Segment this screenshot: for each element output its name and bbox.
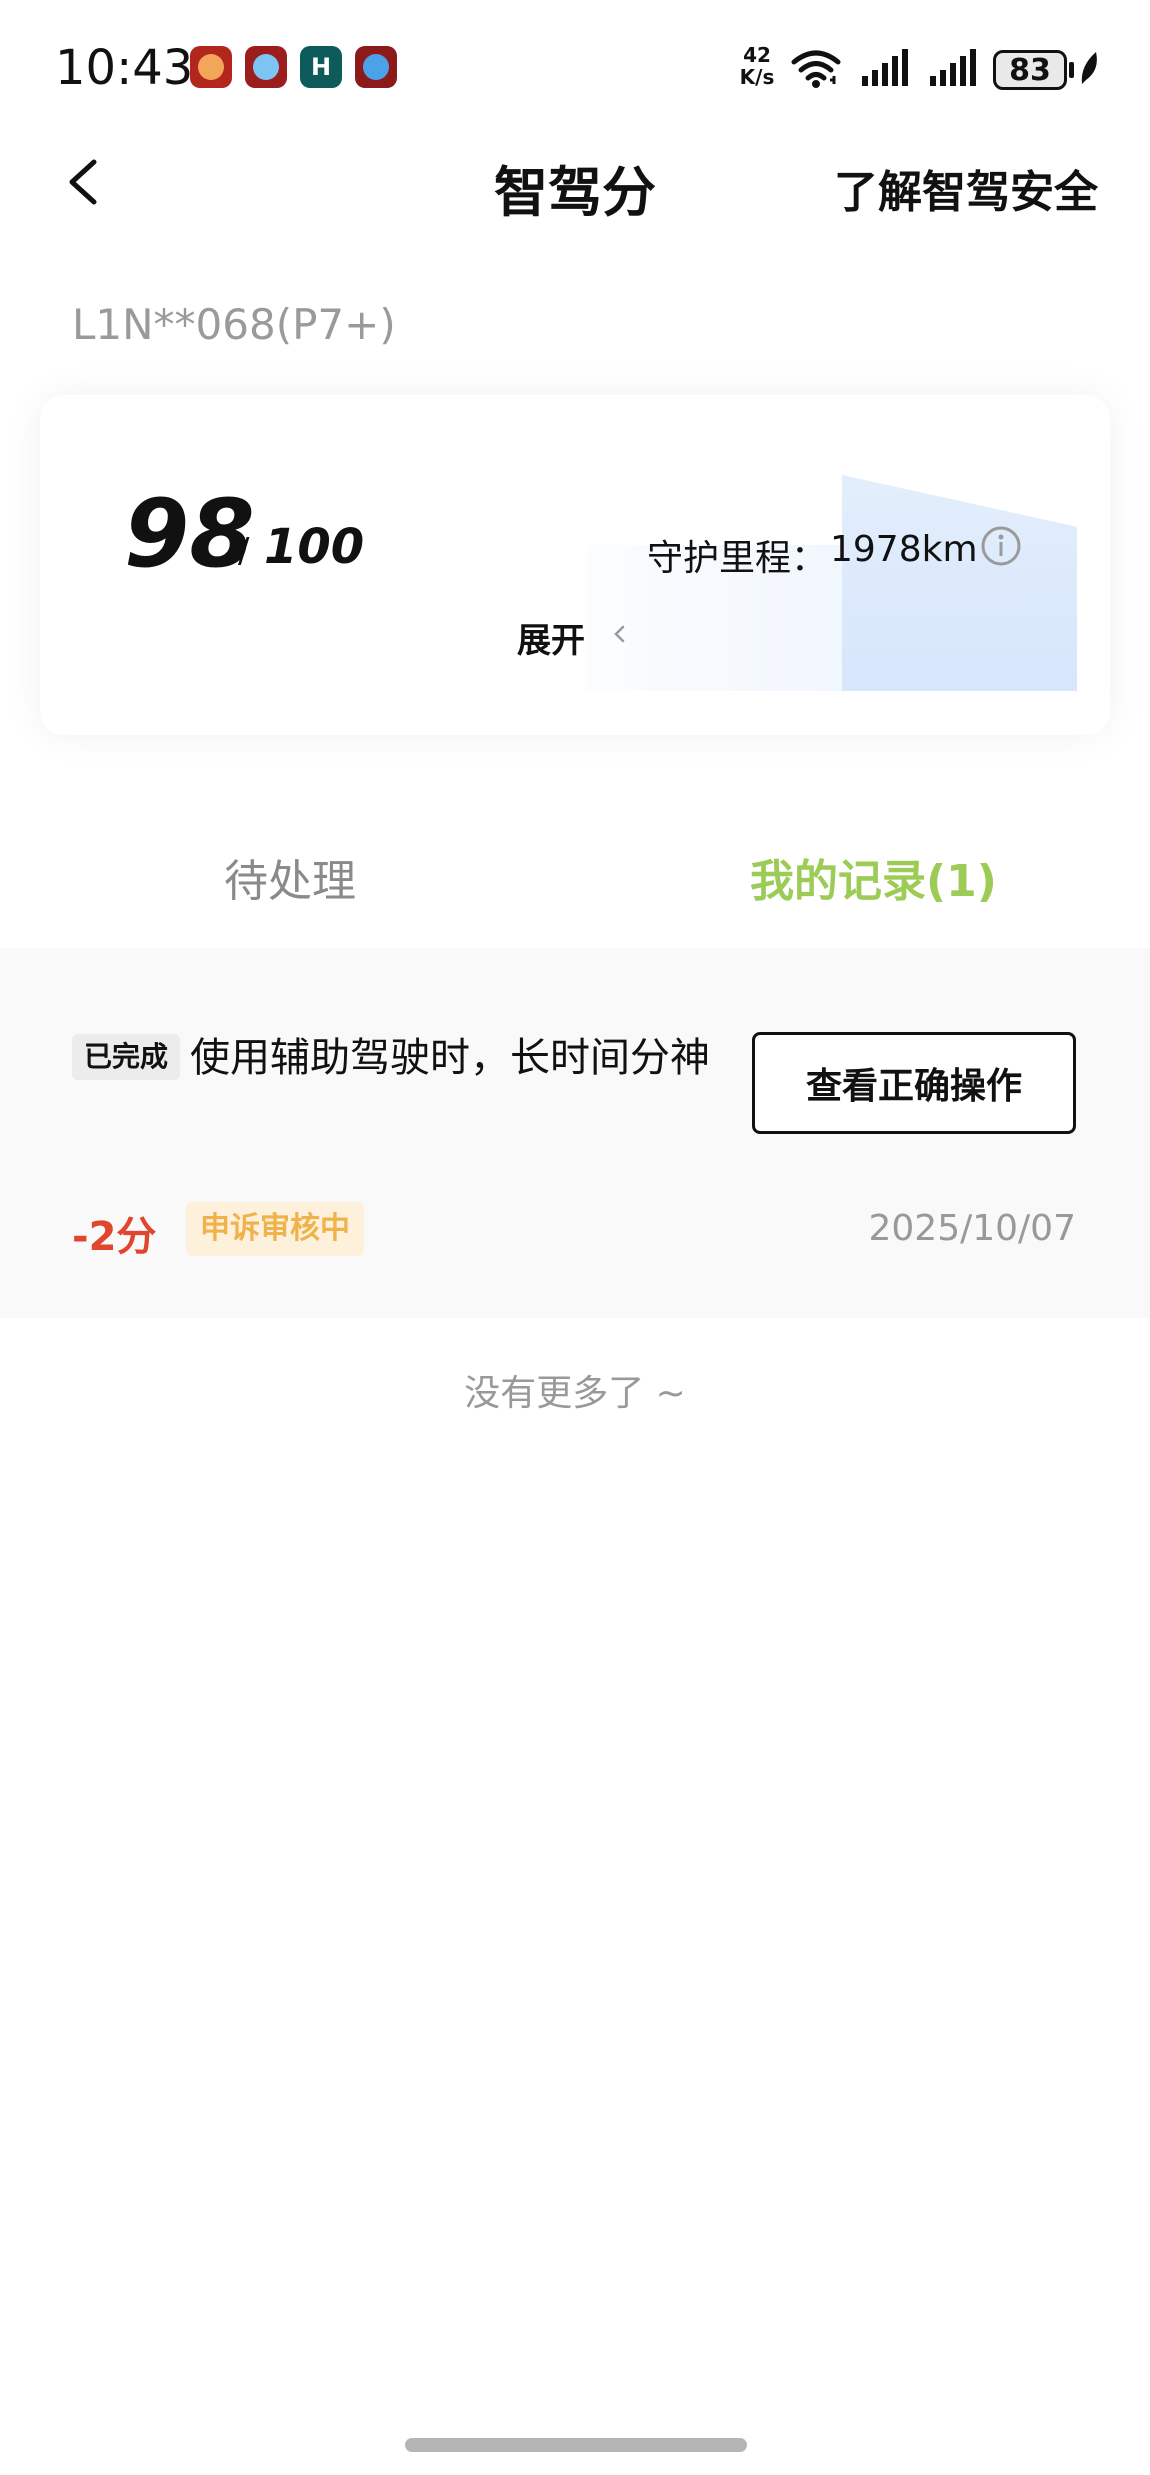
network-speed-unit: K/s (739, 65, 775, 89)
back-icon[interactable] (60, 150, 110, 214)
status-bar: 10:43 H 42 K/s 83 (0, 0, 1150, 130)
appeal-status-badge: 申诉审核中 (186, 1202, 364, 1256)
status-time: 10:43 (55, 40, 194, 96)
info-icon[interactable] (980, 525, 1022, 567)
signal-icon (862, 49, 908, 86)
notification-app-icon (190, 46, 232, 88)
leaf-icon (1081, 52, 1097, 84)
mileage-label: 守护里程： (647, 538, 828, 579)
tab-pending[interactable]: 待处理 (224, 845, 356, 909)
battery-icon: 83 (993, 50, 1067, 90)
signal-icon (930, 49, 976, 86)
score-separator: / (238, 531, 250, 571)
mileage-value: 1978km (830, 529, 978, 570)
h-app-icon: H (300, 46, 342, 88)
battery-level: 83 (1009, 52, 1051, 88)
cloud-app-icon (245, 46, 287, 88)
vehicle-id[interactable]: L1N**068(P7+) (72, 300, 396, 349)
browser-app-icon (355, 46, 397, 88)
network-speed: 42 K/s (735, 44, 779, 88)
expand-button[interactable]: 展开 (517, 613, 585, 662)
no-more-text: 没有更多了 ~ (464, 1373, 686, 1414)
score-value: 98 (124, 480, 255, 589)
record-completed-badge: 已完成 (72, 1034, 181, 1080)
record-list: 使用辅助驾驶时，长时间分神 已完成 查看正确操作 -2分 申诉审核中 2025/… (0, 948, 1150, 1318)
score-total: 100 (264, 519, 365, 575)
network-speed-value: 42 (743, 43, 771, 67)
tab-my-records[interactable]: 我的记录(1) (750, 845, 997, 909)
chevron-left-icon[interactable] (610, 621, 630, 647)
view-correct-operation-button[interactable]: 查看正确操作 (752, 1032, 1076, 1134)
battery-cap (1069, 62, 1074, 78)
wifi-icon (791, 50, 841, 88)
record-points: -2分 (72, 1214, 157, 1260)
score-card: 98 / 100 守护里程： 1978km 展开 (72, 425, 1077, 691)
home-indicator[interactable] (405, 2438, 747, 2452)
record-date: 2025/10/07 (868, 1208, 1077, 1249)
learn-safety-link[interactable]: 了解智驾安全 (834, 156, 1098, 220)
card-decoration-building (842, 475, 1077, 691)
